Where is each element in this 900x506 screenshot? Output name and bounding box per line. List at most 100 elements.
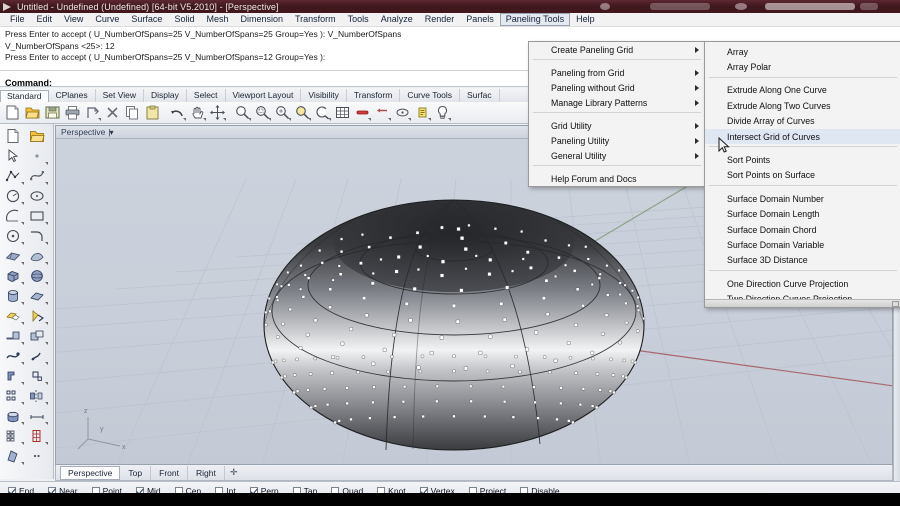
zoom-icon[interactable] <box>233 103 252 122</box>
menu-item-manage-library-patterns[interactable]: Manage Library Patterns <box>529 95 705 110</box>
new-file-icon[interactable] <box>2 126 26 146</box>
menu-item-help-forum-and-docs[interactable]: Help Forum and Docs <box>529 171 705 186</box>
dropdown-arrow-icon[interactable] <box>428 118 431 121</box>
dimension-icon[interactable] <box>26 406 50 426</box>
properties-panel-icon[interactable] <box>26 426 50 446</box>
dropdown-arrow-icon[interactable] <box>288 118 291 121</box>
toolbar-tab-display[interactable]: Display <box>144 89 187 102</box>
dropdown-arrow-icon[interactable] <box>448 118 451 121</box>
toolbar-tab-cplanes[interactable]: CPlanes <box>49 89 96 102</box>
box-solid-icon[interactable] <box>2 266 26 286</box>
delete-x-icon[interactable] <box>103 103 122 122</box>
toolbar-tab-transform[interactable]: Transform <box>347 89 401 102</box>
dropdown-arrow-icon[interactable] <box>308 118 311 121</box>
arc-icon[interactable] <box>2 206 26 226</box>
copy-icon[interactable] <box>123 103 142 122</box>
print-icon[interactable] <box>63 103 82 122</box>
submenu-item-intersect-grid-of-curves[interactable]: Intersect Grid of Curves <box>705 128 900 145</box>
zoom-window-icon[interactable] <box>253 103 272 122</box>
dropdown-arrow-icon[interactable] <box>248 118 251 121</box>
dropdown-arrow-icon[interactable] <box>183 118 186 121</box>
submenu-item-surface-domain-number[interactable]: Surface Domain Number <box>705 191 900 206</box>
surface-from-points-icon[interactable] <box>2 246 26 266</box>
submenu-item-extrude-along-two-curves[interactable]: Extrude Along Two Curves <box>705 98 900 113</box>
open-folder-icon[interactable] <box>26 126 50 146</box>
record-history-icon[interactable] <box>413 103 432 122</box>
circle-icon[interactable] <box>2 186 26 206</box>
save-icon[interactable] <box>43 103 62 122</box>
menu-analyze[interactable]: Analyze <box>375 13 419 26</box>
planar-icon[interactable] <box>373 103 392 122</box>
menu-item-create-paneling-grid[interactable]: Create Paneling Grid <box>529 42 705 57</box>
menu-paneling-tools[interactable]: Paneling Tools <box>499 13 571 26</box>
menu-item-paneling-from-grid[interactable]: Paneling from Grid <box>529 65 705 80</box>
submenu-item-surface-domain-variable[interactable]: Surface Domain Variable <box>705 237 900 252</box>
submenu-item-surface-domain-chord[interactable]: Surface Domain Chord <box>705 222 900 237</box>
submenu-item-sort-points-on-surface[interactable]: Sort Points on Surface <box>705 168 900 183</box>
menu-view[interactable]: View <box>58 13 89 26</box>
paste-icon[interactable] <box>143 103 162 122</box>
viewport-tab-perspective[interactable]: Perspective <box>60 465 121 480</box>
dropdown-arrow-icon[interactable] <box>268 118 271 121</box>
split-icon[interactable] <box>26 346 50 366</box>
curve-from-points-icon[interactable] <box>2 226 26 246</box>
submenu-scrollbar[interactable] <box>705 298 900 307</box>
add-viewport-icon[interactable]: ✛ <box>225 467 243 478</box>
dropdown-arrow-icon[interactable] <box>203 118 206 121</box>
viewport-tab-top[interactable]: Top <box>120 465 152 480</box>
toolbar-tab-viewport-layout[interactable]: Viewport Layout <box>226 89 302 102</box>
dropdown-arrow-icon[interactable] <box>408 118 411 121</box>
mirror-icon[interactable] <box>26 386 50 406</box>
viewport-tab-right[interactable]: Right <box>188 465 225 480</box>
toolbar-tab-visibility[interactable]: Visibility <box>301 89 347 102</box>
mesh-edit-icon[interactable] <box>26 366 50 386</box>
menu-item-paneling-utility[interactable]: Paneling Utility <box>529 133 705 148</box>
menu-transform[interactable]: Transform <box>289 13 342 26</box>
menu-dimension[interactable]: Dimension <box>234 13 289 26</box>
submenu-item-sort-points[interactable]: Sort Points <box>705 152 900 167</box>
control-point-curve-icon[interactable] <box>26 166 50 186</box>
select-arrow-icon[interactable] <box>2 146 26 166</box>
toolbar-tab-curve-tools[interactable]: Curve Tools <box>400 89 461 102</box>
sphere-solid-icon[interactable] <box>26 266 50 286</box>
zoom-dynamic-icon[interactable] <box>313 103 332 122</box>
submenu-item-divide-array-of-curves[interactable]: Divide Array of Curves <box>705 114 900 129</box>
cylinder-icon[interactable] <box>2 286 26 306</box>
zoom-extents-icon[interactable] <box>293 103 312 122</box>
new-file-icon[interactable] <box>3 103 22 122</box>
submenu-item-one-direction-curve-projection[interactable]: One Direction Curve Projection <box>705 276 900 291</box>
mesh-from-surface-icon[interactable] <box>2 366 26 386</box>
rectangle-icon[interactable] <box>26 206 50 226</box>
paneling-tools-menu[interactable]: Create Paneling Grid Paneling from Grid … <box>528 41 706 187</box>
pan-hand-icon[interactable] <box>188 103 207 122</box>
layers-panel-icon[interactable] <box>2 426 26 446</box>
dropdown-arrow-icon[interactable] <box>328 118 331 121</box>
light-bulb-icon[interactable] <box>433 103 452 122</box>
pipe-icon[interactable] <box>26 286 50 306</box>
revolve-surface-icon[interactable] <box>26 306 50 326</box>
ortho-icon[interactable] <box>353 103 372 122</box>
trim-icon[interactable] <box>2 346 26 366</box>
menu-render[interactable]: Render <box>419 13 461 26</box>
ellipse-icon[interactable] <box>26 186 50 206</box>
menu-curve[interactable]: Curve <box>89 13 125 26</box>
menu-solid[interactable]: Solid <box>168 13 200 26</box>
submenu-item-array[interactable]: Array <box>705 44 900 59</box>
array-icon[interactable] <box>2 386 26 406</box>
menu-item-general-utility[interactable]: General Utility <box>529 148 705 163</box>
toolbar-tab-surface[interactable]: Surfac <box>460 89 500 102</box>
submenu-item-array-polar[interactable]: Array Polar <box>705 59 900 74</box>
dropdown-arrow-icon[interactable] <box>388 118 391 121</box>
osnap-icon[interactable] <box>393 103 412 122</box>
viewport-tab-front[interactable]: Front <box>151 465 188 480</box>
general-utility-submenu[interactable]: Array Array Polar Extrude Along One Curv… <box>704 41 900 308</box>
extrude-solid-icon[interactable] <box>2 306 26 326</box>
menu-panels[interactable]: Panels <box>460 13 500 26</box>
point-icon[interactable] <box>26 146 50 166</box>
menu-file[interactable]: File <box>4 13 31 26</box>
caret-down-icon[interactable]: |▾ <box>108 128 113 137</box>
menu-item-grid-utility[interactable]: Grid Utility <box>529 118 705 133</box>
loft-surface-icon[interactable] <box>26 246 50 266</box>
undo-icon[interactable] <box>168 103 187 122</box>
menu-mesh[interactable]: Mesh <box>200 13 234 26</box>
